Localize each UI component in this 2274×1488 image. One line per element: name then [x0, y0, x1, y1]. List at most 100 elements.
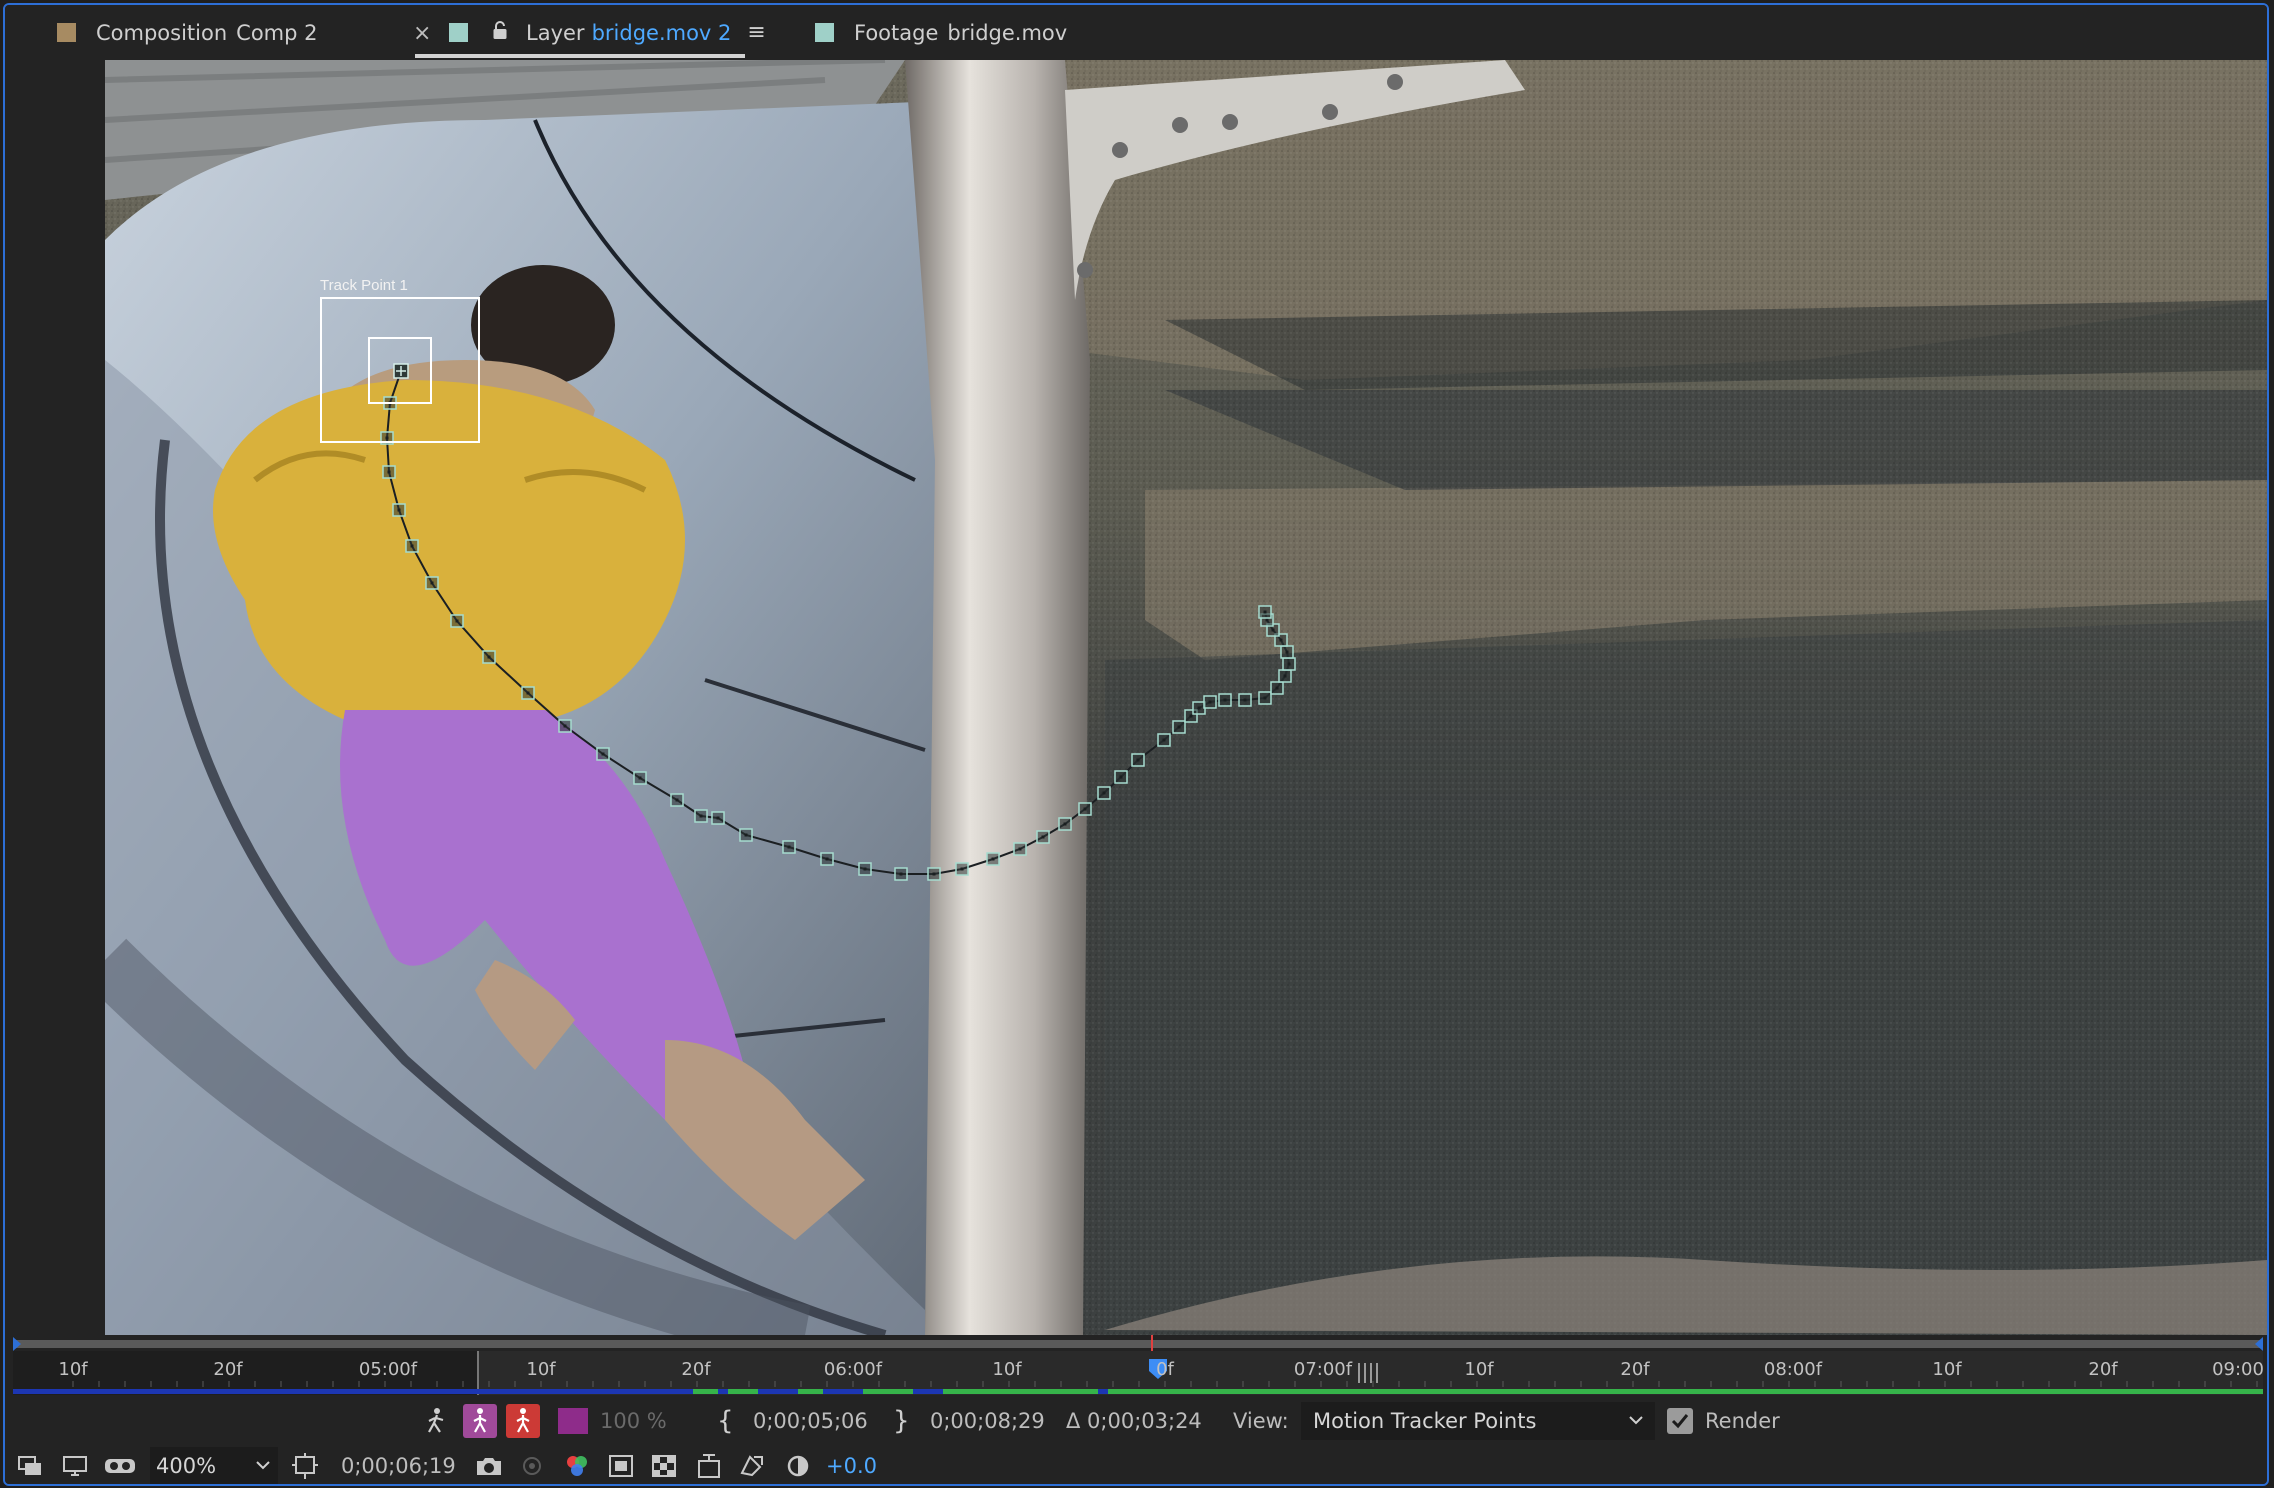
track-keyframe-center [787, 845, 791, 849]
track-keyframe-center [1208, 700, 1212, 704]
tab-layer-prefix: Layer [526, 20, 585, 45]
exposure-value[interactable]: +0.0 [826, 1445, 877, 1484]
track-keyframe-center [1083, 807, 1087, 811]
panel-menu-icon[interactable]: ≡ [747, 20, 765, 45]
track-keyframe-center [1275, 686, 1279, 690]
monitor-icon[interactable] [60, 1445, 90, 1484]
person-magenta-icon[interactable] [463, 1404, 497, 1438]
track-keyframe-center [1279, 638, 1283, 642]
track-keyframe-center [487, 655, 491, 659]
navigator-start-handle[interactable] [13, 1337, 21, 1351]
track-keyframe-center [601, 752, 605, 756]
ruler-tick-label: 20f [681, 1359, 711, 1380]
render-label: Render [1705, 1409, 1780, 1433]
track-attach-point-icon[interactable] [393, 363, 409, 379]
track-keyframe-center [1263, 610, 1267, 614]
duration-value: Δ 0;00;03;24 [1066, 1409, 1202, 1433]
track-keyframe-center [1189, 714, 1193, 718]
track-keyframe-center [1223, 698, 1227, 702]
view-dropdown-value: Motion Tracker Points [1313, 1409, 1537, 1433]
track-keyframe-center [744, 833, 748, 837]
track-keyframe-center [455, 619, 459, 623]
track-keyframe-center [1162, 738, 1166, 742]
person-red-icon[interactable] [506, 1404, 540, 1438]
fit-region-icon[interactable] [289, 1445, 321, 1484]
ruler-tick-label: 10f [1932, 1359, 1962, 1380]
tab-composition-prefix: Composition [96, 20, 228, 45]
magnification-dropdown[interactable]: 400% [150, 1447, 278, 1484]
tab-layer[interactable]: Layer bridge.mov 2 ≡ [449, 5, 766, 60]
always-preview-icon[interactable] [15, 1445, 45, 1484]
track-keyframe-center [1063, 822, 1067, 826]
track-keyframe-center [1102, 791, 1106, 795]
ruler-tick-label: 20f [1620, 1359, 1650, 1380]
viewer-area[interactable]: Track Point 1 [5, 60, 2267, 1335]
tracker-controls-bar: 100 % { 0;00;05;06 } 0;00;08;29 Δ 0;00;0… [5, 1400, 2267, 1442]
ruler-tick-label: 10f [526, 1359, 556, 1380]
ruler-tick-label: 10f [992, 1359, 1022, 1380]
navigator-end-handle[interactable] [2255, 1337, 2263, 1351]
tab-footage[interactable]: Footage bridge.mov [815, 5, 1067, 60]
track-keyframe-center [1271, 628, 1275, 632]
set-in-point-icon[interactable]: { [717, 1400, 734, 1442]
track-keyframe-center [699, 814, 703, 818]
track-keyframe-center [1018, 847, 1022, 851]
region-of-interest-icon[interactable] [605, 1445, 637, 1484]
tab-footage-name: bridge.mov [947, 20, 1068, 45]
tab-composition[interactable]: Composition Comp 2 [57, 5, 318, 60]
close-tab-icon[interactable]: × [413, 12, 431, 54]
footage-color-swatch [815, 23, 834, 42]
fast-preview-icon[interactable] [736, 1445, 768, 1484]
track-point-label: Track Point 1 [320, 277, 408, 294]
track-keyframe-center [1283, 674, 1287, 678]
track-keyframe-center [1136, 758, 1140, 762]
tab-footage-prefix: Footage [854, 20, 939, 45]
view-label: View: [1233, 1409, 1289, 1433]
track-keyframe-center [397, 508, 401, 512]
layer-color-swatch [449, 23, 468, 42]
track-keyframe-center [716, 816, 720, 820]
3d-view-icon[interactable] [693, 1445, 725, 1484]
track-keyframe-center [863, 867, 867, 871]
track-keyframe-center [932, 872, 936, 876]
in-point-value[interactable]: 0;00;05;06 [753, 1400, 868, 1442]
track-keyframe-center [1243, 698, 1247, 702]
footage-frame[interactable]: Track Point 1 [105, 60, 2267, 1335]
track-keyframe-center [563, 724, 567, 728]
time-navigator[interactable] [13, 1335, 2263, 1351]
transparency-grid-icon[interactable] [648, 1445, 680, 1484]
view-dropdown[interactable]: Motion Tracker Points [1301, 1402, 1655, 1440]
channels-icon[interactable] [561, 1445, 593, 1484]
lock-icon[interactable] [492, 20, 508, 45]
track-keyframe-center [526, 691, 530, 695]
track-keyframe-center [1197, 706, 1201, 710]
magnification-value: 400% [156, 1454, 217, 1478]
color-swatch[interactable] [558, 1400, 588, 1442]
reset-exposure-icon[interactable] [782, 1445, 814, 1484]
camera-icon[interactable] [473, 1445, 505, 1484]
out-point-value[interactable]: 0;00;08;29 [930, 1400, 1045, 1442]
tab-composition-name: Comp 2 [236, 20, 318, 45]
motion-blur-person-icon[interactable] [419, 1400, 453, 1442]
track-keyframe-center [1177, 725, 1181, 729]
track-keyframe-center [385, 436, 389, 440]
ruler-tick-label: 08:00f [1763, 1359, 1823, 1380]
time-ruler[interactable]: 10f 20f 05:00f 10f 20f 06:00f 10f 0f 07:00f 10f 20… [13, 1351, 2264, 1395]
opacity-value: 100 % [600, 1409, 667, 1433]
current-time-value[interactable]: 0;00;06;19 [341, 1445, 456, 1484]
track-keyframe-center [1041, 835, 1045, 839]
panel-tab-bar: Composition Comp 2 × Layer bridge.mov 2 … [5, 5, 2267, 60]
track-keyframe-center [1263, 696, 1267, 700]
set-out-point-icon[interactable]: } [893, 1400, 910, 1442]
track-keyframe-center [960, 867, 964, 871]
composition-color-swatch [57, 23, 76, 42]
tab-layer-name: bridge.mov 2 [591, 20, 732, 45]
chevron-down-icon [254, 1453, 272, 1482]
track-keyframe-center [991, 857, 995, 861]
render-checkbox[interactable]: Render [1667, 1400, 1780, 1442]
track-keyframe-center [430, 581, 434, 585]
track-keyframe-center [1287, 662, 1291, 666]
vr-goggles-icon[interactable] [102, 1445, 138, 1484]
show-snapshot-icon[interactable] [516, 1445, 548, 1484]
track-keyframe-center [1285, 650, 1289, 654]
